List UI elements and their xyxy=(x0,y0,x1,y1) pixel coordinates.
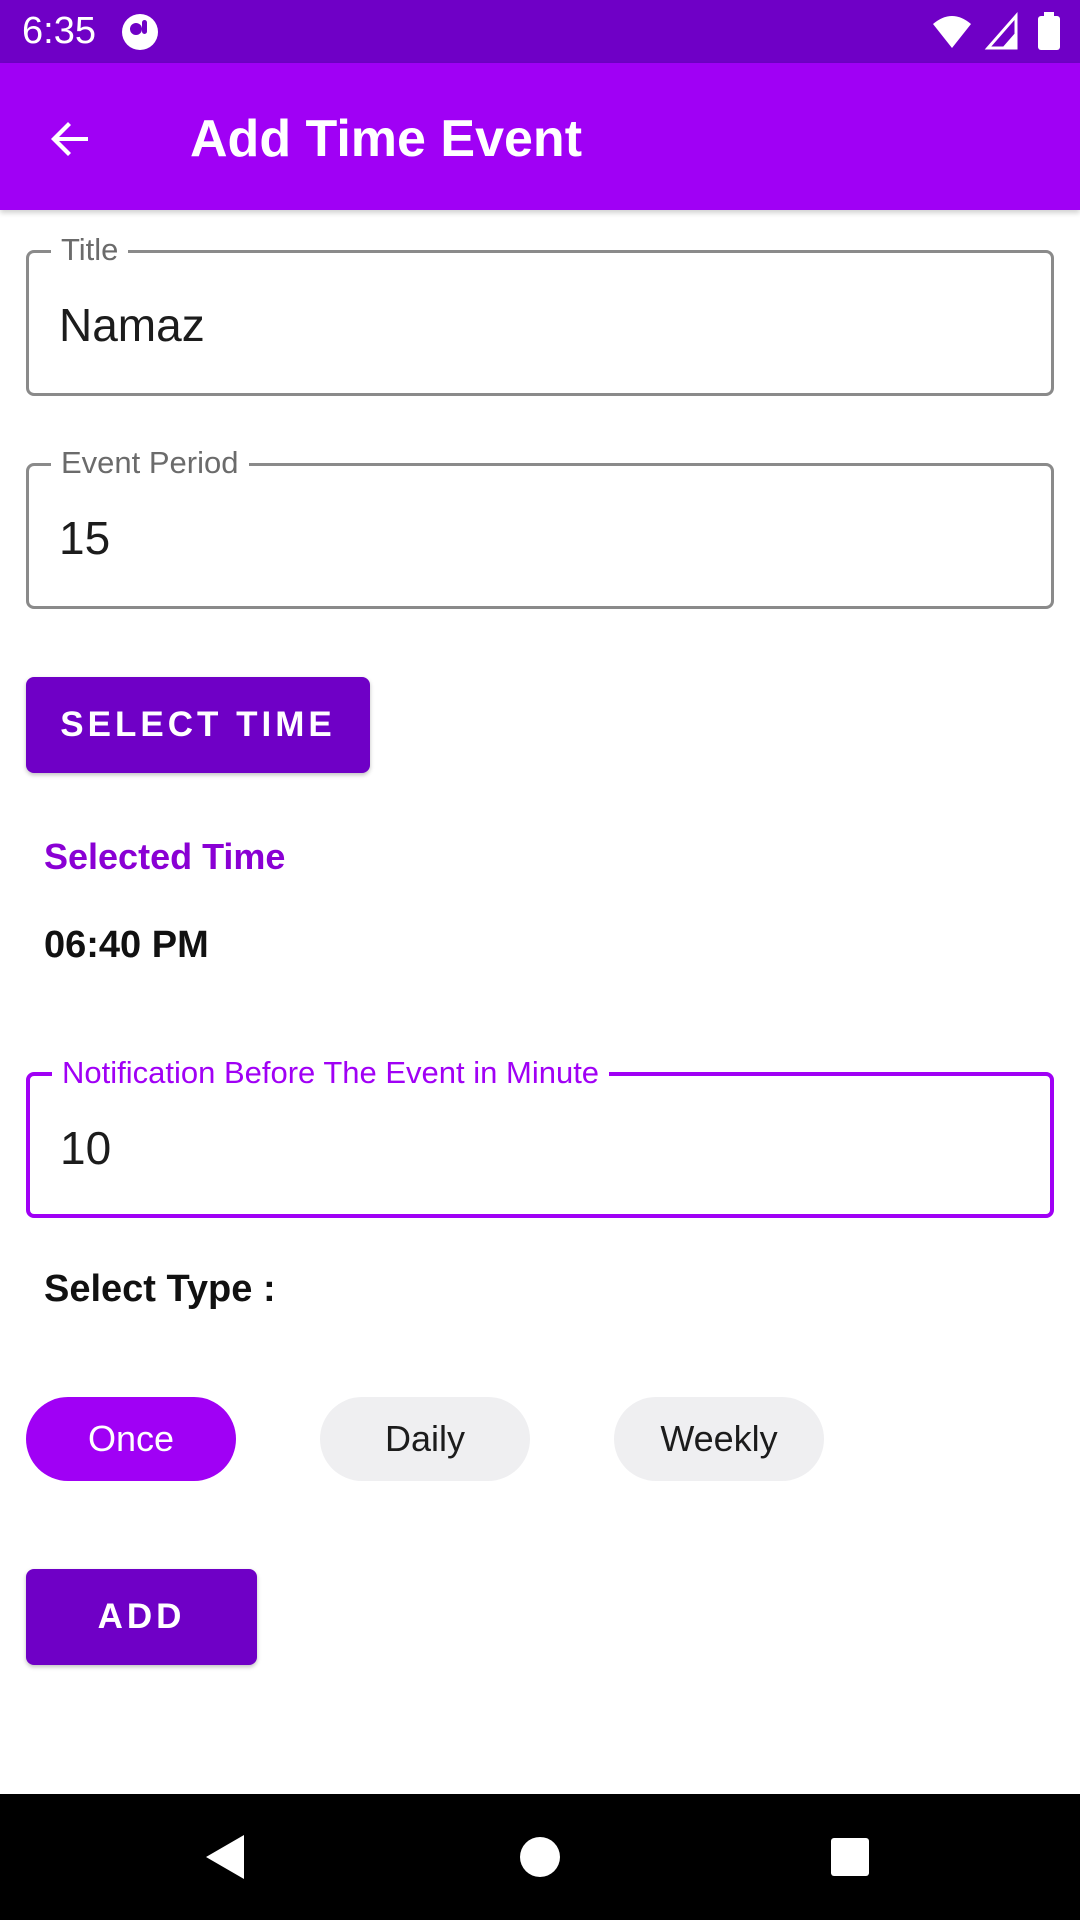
nav-back-button[interactable] xyxy=(196,1827,256,1887)
wifi-icon xyxy=(933,16,972,48)
app-notification-icon xyxy=(120,12,160,52)
navigation-bar xyxy=(0,1794,1080,1920)
chip-once[interactable]: Once xyxy=(26,1397,236,1481)
battery-icon xyxy=(1038,12,1060,50)
selected-time-label: Selected Time xyxy=(44,836,286,877)
nav-home-button[interactable] xyxy=(510,1827,570,1887)
nav-home-icon xyxy=(520,1837,560,1877)
notification-minutes-field[interactable]: Notification Before The Event in Minute … xyxy=(26,1054,1054,1218)
page-title: Add Time Event xyxy=(190,110,583,168)
arrow-back-icon xyxy=(51,122,88,156)
notification-field-value[interactable]: 10 xyxy=(60,1120,111,1176)
title-field-label: Title xyxy=(51,231,129,269)
selected-time-value: 06:40 PM xyxy=(44,924,209,966)
chip-daily[interactable]: Daily xyxy=(320,1397,530,1481)
status-bar: 6:35 xyxy=(0,0,1080,63)
select-time-button[interactable]: SELECT TIME xyxy=(26,677,370,773)
title-field-value[interactable]: Namaz xyxy=(59,297,205,353)
notification-field-label: Notification Before The Event in Minute xyxy=(52,1054,610,1092)
select-type-label: Select Type : xyxy=(44,1268,276,1310)
status-icons xyxy=(931,12,1062,52)
event-period-field-value[interactable]: 15 xyxy=(59,510,110,566)
nav-back-icon xyxy=(206,1835,244,1879)
nav-recents-icon xyxy=(831,1838,869,1876)
cell-signal-icon xyxy=(984,12,1018,50)
status-time: 6:35 xyxy=(22,10,96,52)
chip-weekly[interactable]: Weekly xyxy=(614,1397,824,1481)
app-bar: Add Time Event xyxy=(0,63,1080,210)
event-period-field[interactable]: Event Period 15 xyxy=(26,444,1054,609)
title-field[interactable]: Title Namaz xyxy=(26,231,1054,396)
add-button[interactable]: ADD xyxy=(26,1569,257,1665)
back-button[interactable] xyxy=(36,105,104,173)
event-period-field-label: Event Period xyxy=(51,444,249,482)
nav-recents-button[interactable] xyxy=(820,1827,880,1887)
